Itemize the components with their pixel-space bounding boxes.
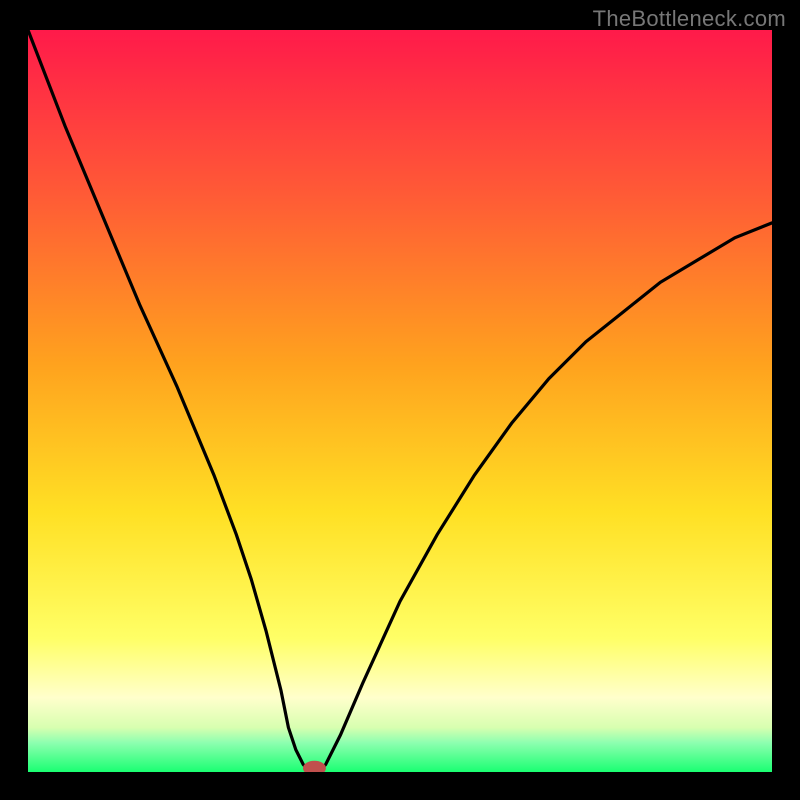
watermark-text: TheBottleneck.com — [593, 6, 786, 32]
optimum-marker — [303, 761, 325, 772]
chart-svg — [28, 30, 772, 772]
chart-frame: TheBottleneck.com — [0, 0, 800, 800]
gradient-background — [28, 30, 772, 772]
plot-area — [28, 30, 772, 772]
